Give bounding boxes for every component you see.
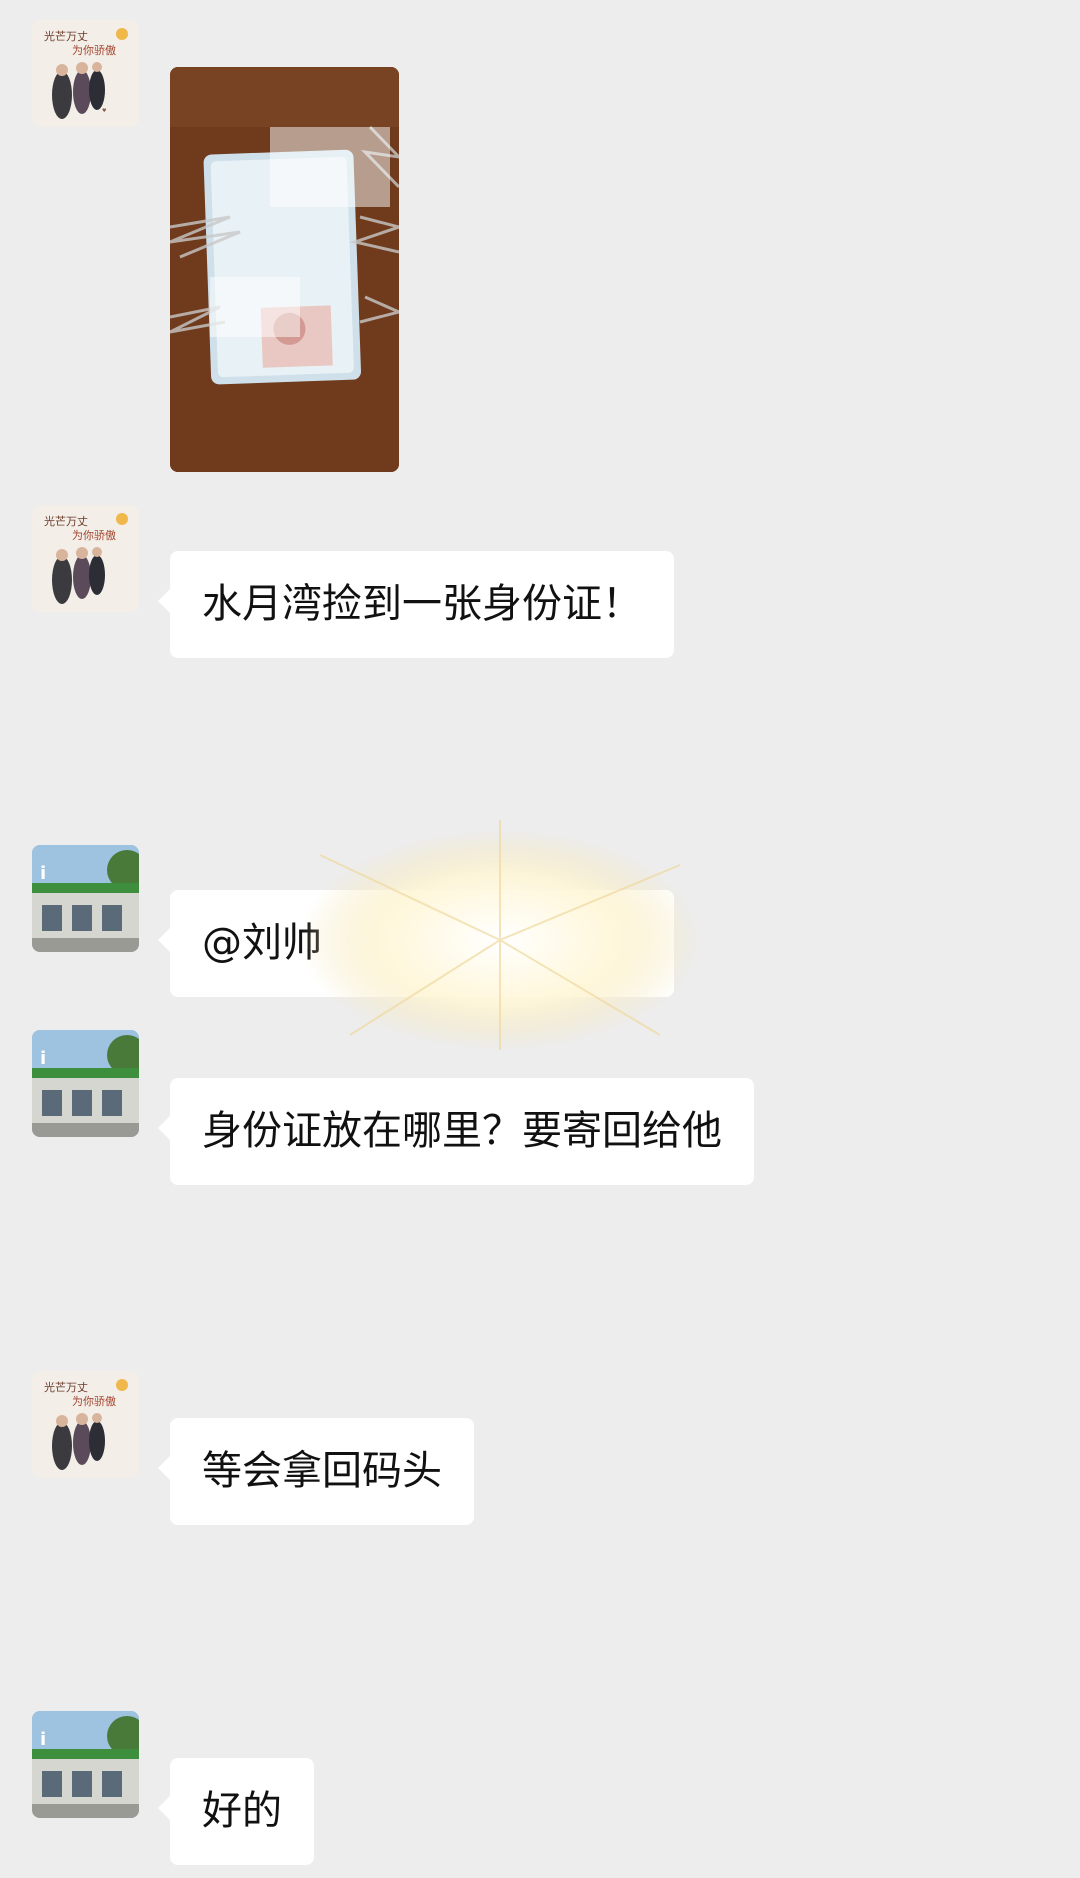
group-avatar[interactable]: 光芒万丈 为你骄傲 [32, 1371, 139, 1478]
group-avatar[interactable]: 光芒万丈 为你骄傲 [32, 505, 139, 612]
svg-text:i: i [40, 1729, 46, 1750]
message-text: @刘帅 [202, 920, 322, 966]
message-bubble[interactable]: 水月湾捡到一张身份证！ [158, 551, 674, 658]
chat-image[interactable] [170, 67, 399, 472]
svg-text:为你骄傲: 为你骄傲 [72, 1394, 116, 1408]
message-text: 水月湾捡到一张身份证！ [202, 581, 642, 627]
svg-text:光芒万丈: 光芒万丈 [44, 29, 88, 43]
message-bubble[interactable]: 等会拿回码头 [158, 1418, 474, 1525]
message-text: 好的 [202, 1788, 282, 1834]
store-avatar[interactable]: i [32, 1030, 139, 1137]
store-avatar[interactable]: i [32, 1711, 139, 1818]
group-avatar[interactable]: 光芒万丈 为你骄傲 ♥ [32, 20, 139, 127]
message-bubble[interactable]: @刘帅 [158, 890, 674, 997]
svg-text:♥: ♥ [102, 108, 107, 114]
svg-text:为你骄傲: 为你骄傲 [72, 528, 116, 542]
message-bubble[interactable]: 好的 [158, 1758, 314, 1865]
message-text: 身份证放在哪里？要寄回给他 [202, 1108, 722, 1154]
svg-text:i: i [40, 863, 46, 884]
message-text: 等会拿回码头 [202, 1448, 442, 1494]
svg-text:光芒万丈: 光芒万丈 [44, 514, 88, 528]
svg-text:为你骄傲: 为你骄傲 [72, 43, 116, 57]
store-avatar[interactable]: i [32, 845, 139, 952]
message-bubble[interactable]: 身份证放在哪里？要寄回给他 [158, 1078, 754, 1185]
svg-text:i: i [40, 1048, 46, 1069]
svg-text:光芒万丈: 光芒万丈 [44, 1380, 88, 1394]
